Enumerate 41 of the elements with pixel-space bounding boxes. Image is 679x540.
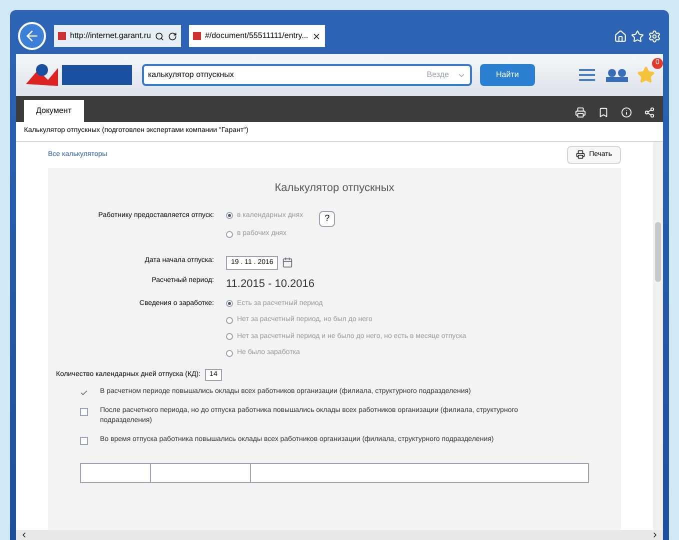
favorites-icon[interactable] xyxy=(631,30,644,42)
site-icon xyxy=(192,32,201,40)
printer-icon xyxy=(576,150,586,160)
radio-button[interactable] xyxy=(226,333,233,340)
document-list-icon[interactable] xyxy=(577,68,597,82)
tab-label: http://internet.garant.ru xyxy=(70,30,151,42)
vertical-scrollbar[interactable] xyxy=(653,142,663,530)
people-icon[interactable] xyxy=(605,68,629,82)
refresh-icon[interactable] xyxy=(168,32,177,40)
radio-button[interactable] xyxy=(226,316,233,324)
browser-tab[interactable]: http://internet.garant.ru xyxy=(54,25,181,47)
horizontal-scrollbar[interactable] xyxy=(16,530,663,540)
search-field[interactable]: калькулятор отпускных Везде xyxy=(142,64,472,86)
checkbox[interactable] xyxy=(80,436,88,444)
print-icon[interactable] xyxy=(575,107,586,118)
radio-button[interactable] xyxy=(226,350,233,357)
radio-button[interactable] xyxy=(226,230,233,238)
back-button[interactable] xyxy=(18,22,46,50)
share-icon[interactable] xyxy=(644,107,655,118)
search-button[interactable]: Найти xyxy=(480,64,535,86)
close-icon[interactable] xyxy=(312,32,322,40)
browser-tab[interactable]: #/document/55511111/entry... xyxy=(188,25,326,47)
checkbox[interactable] xyxy=(80,389,88,397)
tab-label: #/document/55511111/entry... xyxy=(204,30,308,42)
calculator-title: Калькулятор отпускных xyxy=(274,181,396,196)
calendar-icon[interactable] xyxy=(282,257,294,268)
bookmark-icon[interactable] xyxy=(598,107,609,118)
radio-button[interactable] xyxy=(226,212,233,220)
home-icon[interactable] xyxy=(614,30,627,42)
search-icon[interactable] xyxy=(154,32,164,40)
star-icon[interactable] xyxy=(637,66,655,84)
checkbox[interactable] xyxy=(80,408,88,416)
scroll-right-icon[interactable] xyxy=(651,531,659,539)
scroll-left-icon[interactable] xyxy=(20,531,28,539)
period-value: 11.2015 - 10.2016 xyxy=(226,278,314,290)
site-icon xyxy=(58,32,66,40)
document-tab[interactable]: Документ xyxy=(24,100,84,122)
settings-icon[interactable] xyxy=(648,30,661,42)
radio-button[interactable] xyxy=(226,300,233,308)
info-icon[interactable] xyxy=(621,107,632,118)
help-button[interactable]: ? xyxy=(319,210,336,226)
